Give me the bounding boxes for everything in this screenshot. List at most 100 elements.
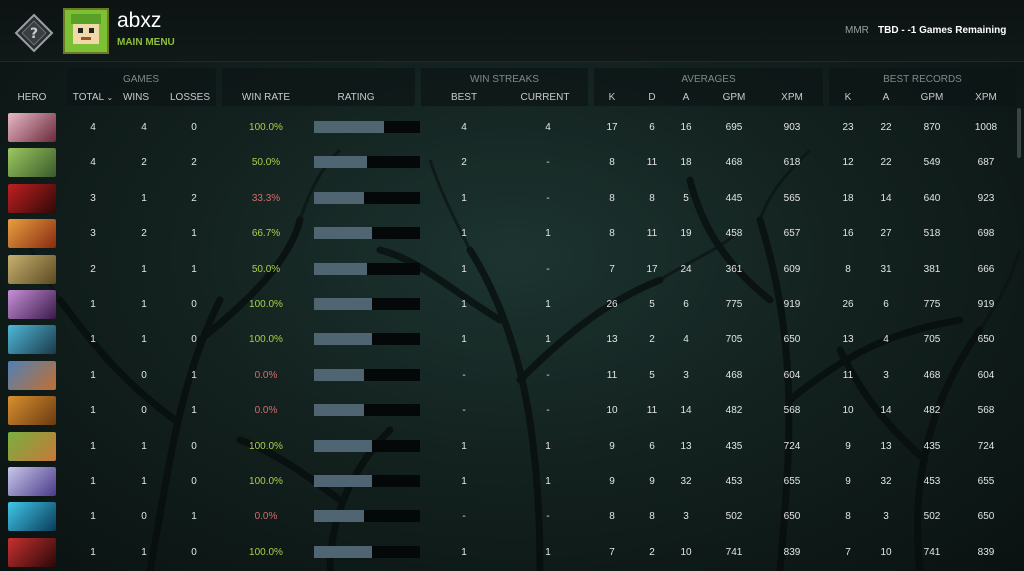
column-header-avg-gpm[interactable]: GPM xyxy=(716,92,752,103)
record-xpm-cell: 923 xyxy=(977,192,995,204)
column-header-wins[interactable]: WINS xyxy=(118,92,154,103)
best-streak-cell: 1 xyxy=(461,546,467,558)
column-header-record-gpm[interactable]: GPM xyxy=(914,92,950,103)
best-streak-cell: 1 xyxy=(461,476,467,487)
column-header-record-xpm[interactable]: XPM xyxy=(968,92,1004,103)
record-xpm-cell: 650 xyxy=(977,334,995,346)
rating-bar xyxy=(314,404,420,417)
avg-assists-cell: 19 xyxy=(680,228,692,240)
best-streak-cell: 2 xyxy=(461,157,467,169)
column-header-best-streak[interactable]: BEST xyxy=(440,92,488,103)
column-header-avg-xpm[interactable]: XPM xyxy=(774,92,810,103)
column-header-avg-kills[interactable]: K xyxy=(602,92,622,103)
record-gpm-cell: 775 xyxy=(923,299,941,310)
table-row[interactable]: 1 0 1 0.0% - - 8 8 3 502 650 8 3 502 650 xyxy=(0,499,1016,534)
column-header-rating[interactable]: RATING xyxy=(320,92,392,103)
table-row[interactable]: 1 0 1 0.0% - - 11 5 3 468 604 11 3 468 604 xyxy=(0,358,1016,393)
rating-bar-fill xyxy=(314,368,364,381)
hero-portrait-icon[interactable] xyxy=(8,396,56,426)
table-row[interactable]: 1 1 0 100.0% 1 1 9 6 13 435 724 9 13 435 724 xyxy=(0,429,1016,464)
avg-deaths-cell: 8 xyxy=(649,192,655,204)
table-row[interactable]: 1 1 0 100.0% 1 1 9 9 32 453 655 9 32 453 655 xyxy=(0,464,1016,499)
column-header-losses[interactable]: LOSSES xyxy=(164,92,216,103)
rating-bar-fill xyxy=(314,262,367,275)
table-row[interactable]: 4 4 0 100.0% 4 4 17 6 16 695 903 23 22 870 1008 xyxy=(0,110,1016,145)
avg-assists-cell: 3 xyxy=(683,369,689,381)
column-header-avg-deaths[interactable]: D xyxy=(642,92,662,103)
record-assists-cell: 4 xyxy=(883,334,889,346)
hero-portrait-icon[interactable] xyxy=(8,148,56,178)
table-row[interactable]: 4 2 2 50.0% 2-8 11 18 468 618 12 22 549 687 xyxy=(0,145,1016,180)
column-header-win-rate[interactable]: WIN RATE xyxy=(234,92,298,103)
avg-deaths-cell: 9 xyxy=(649,476,655,487)
record-kills-cell: 26 xyxy=(842,299,854,310)
main-menu-link[interactable]: MAIN MENU xyxy=(117,37,175,48)
hero-portrait-icon[interactable] xyxy=(8,290,56,319)
current-streak-cell: 4 xyxy=(545,122,551,133)
total-cell: 1 xyxy=(90,476,96,487)
table-row[interactable]: 1 1 0 100.0% 1 1 26 5 6 775 919 26 6 775 919 xyxy=(0,287,1016,322)
avg-xpm-cell: 568 xyxy=(783,405,801,417)
column-header-avg-assists[interactable]: A xyxy=(676,92,696,103)
record-xpm-cell: 666 xyxy=(977,263,995,275)
record-xpm-cell: 604 xyxy=(977,369,995,381)
hero-portrait-icon[interactable] xyxy=(8,431,56,461)
hero-portrait-icon[interactable] xyxy=(8,502,56,532)
avg-kills-cell: 8 xyxy=(609,511,615,523)
hero-portrait-icon[interactable] xyxy=(8,254,56,284)
avg-gpm-cell: 502 xyxy=(725,511,743,523)
rating-bar-fill xyxy=(314,510,364,523)
best-streak-cell: 1 xyxy=(461,263,467,275)
avg-assists-cell: 10 xyxy=(680,546,692,558)
hero-portrait-icon[interactable] xyxy=(8,467,56,496)
rating-bar-fill xyxy=(314,121,384,133)
table-row[interactable]: 1 1 0 100.0% 1 1 7 2 10 741 839 7 10 741 839 xyxy=(0,535,1016,570)
column-header-hero[interactable]: HERO xyxy=(8,92,56,103)
record-assists-cell: 3 xyxy=(883,511,889,523)
column-header-record-assists[interactable]: A xyxy=(876,92,896,103)
profile-avatar[interactable] xyxy=(63,8,109,54)
column-header-total[interactable]: TOTAL ⌄ xyxy=(68,92,118,103)
column-header-current-streak[interactable]: CURRENT xyxy=(510,92,580,103)
table-scrollbar[interactable] xyxy=(1017,108,1021,158)
record-gpm-cell: 381 xyxy=(923,263,941,275)
avg-assists-cell: 16 xyxy=(680,122,692,133)
wins-cell: 1 xyxy=(141,476,147,487)
record-kills-cell: 9 xyxy=(845,440,851,452)
avg-kills-cell: 9 xyxy=(609,476,615,487)
column-header-record-kills[interactable]: K xyxy=(838,92,858,103)
avg-gpm-cell: 361 xyxy=(725,263,743,275)
total-cell: 1 xyxy=(90,299,96,310)
wins-cell: 1 xyxy=(141,263,147,275)
record-kills-cell: 7 xyxy=(845,546,851,558)
record-xpm-cell: 839 xyxy=(977,546,995,558)
table-row[interactable]: 1 0 1 0.0% - -10 11 14 482 568 10 14 482 568 xyxy=(0,393,1016,428)
table-row[interactable]: 1 1 0 100.0% 1 1 13 2 4 705 650 13 4 705 650 xyxy=(0,322,1016,357)
rating-bar-fill xyxy=(314,227,373,240)
table-row[interactable]: 3 2 1 66.7% 1 1 8 11 19 458 657 16 27 518 698 xyxy=(0,216,1016,251)
table-row[interactable]: 2 1 1 50.0% 1 - 7 17 24 361 609 8 31 381 666 xyxy=(0,252,1016,287)
current-streak-cell: 1 xyxy=(545,299,551,310)
win-rate-cell: 100.0% xyxy=(249,440,283,452)
avg-xpm-cell: 657 xyxy=(783,228,801,240)
rating-bar xyxy=(314,510,420,523)
record-kills-cell: 11 xyxy=(842,369,854,381)
avg-xpm-cell: 618 xyxy=(783,157,801,169)
avg-gpm-cell: 705 xyxy=(725,334,743,346)
hero-portrait-icon[interactable] xyxy=(8,325,56,355)
total-cell: 4 xyxy=(90,122,96,133)
best-streak-cell: 1 xyxy=(461,299,467,310)
rating-bar xyxy=(314,333,420,346)
avg-deaths-cell: 11 xyxy=(646,228,658,240)
avg-gpm-cell: 435 xyxy=(725,440,743,452)
hero-portrait-icon[interactable] xyxy=(8,183,56,213)
avg-kills-cell: 13 xyxy=(606,334,618,346)
hero-portrait-icon[interactable] xyxy=(8,113,56,142)
total-cell: 1 xyxy=(90,440,96,452)
avg-deaths-cell: 17 xyxy=(646,263,658,275)
hero-portrait-icon[interactable] xyxy=(8,360,56,390)
hero-portrait-icon[interactable] xyxy=(8,537,56,567)
hero-portrait-icon[interactable] xyxy=(8,219,56,249)
rating-bar xyxy=(314,298,420,310)
table-row[interactable]: 3 1 2 33.3% 1 - 8 8 5 445 565 18 14 640 923 xyxy=(0,181,1016,216)
